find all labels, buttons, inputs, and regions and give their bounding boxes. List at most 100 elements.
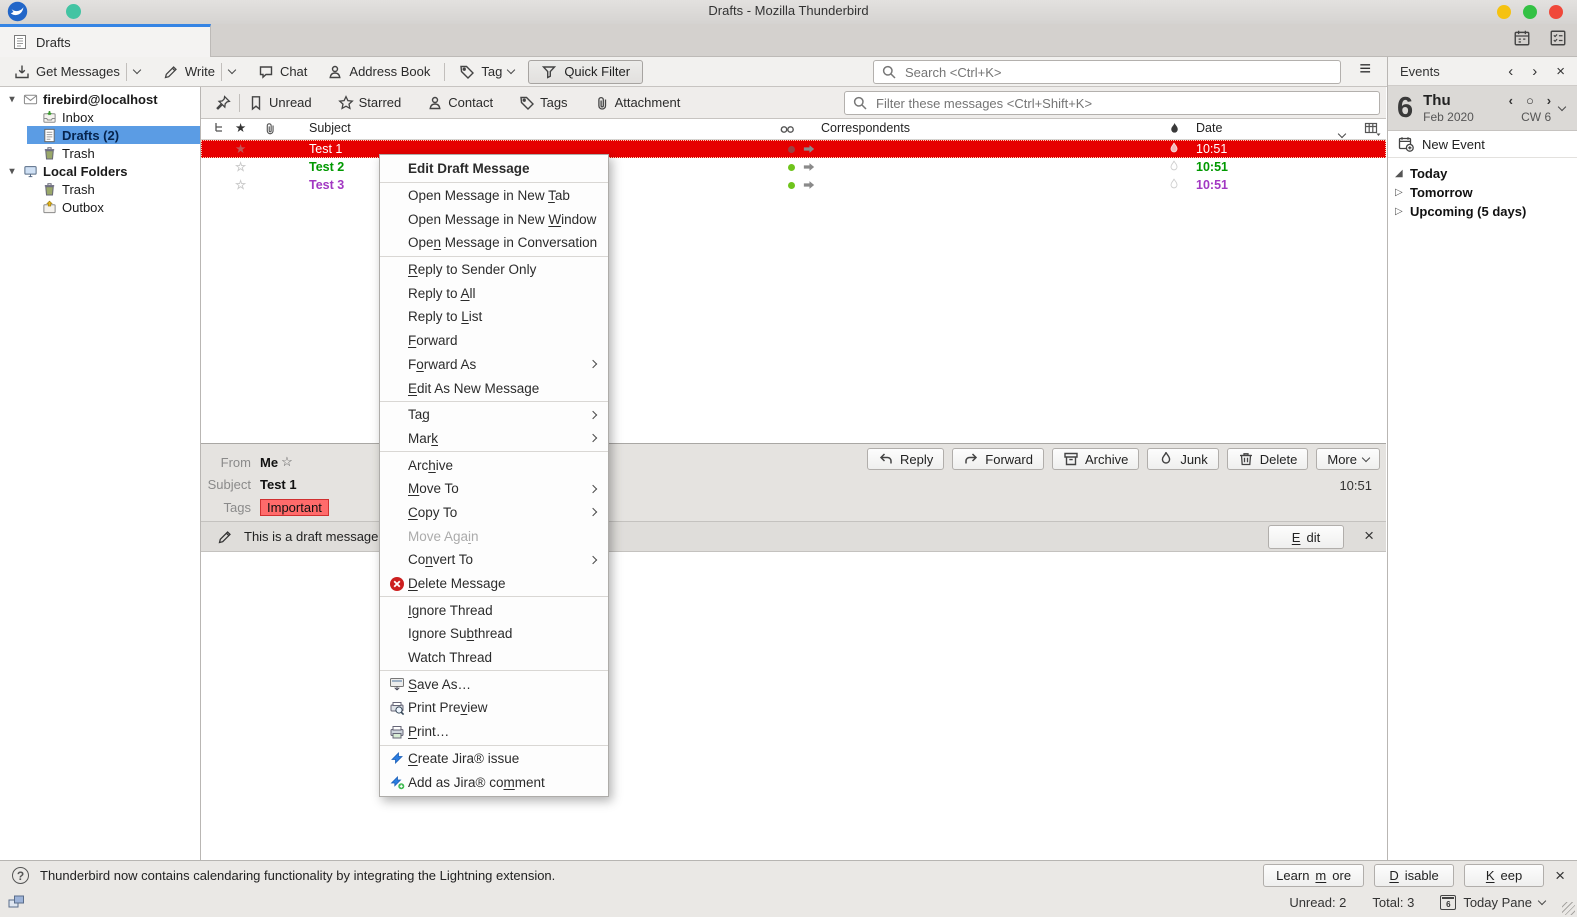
calendar-tab-icon[interactable]	[1513, 29, 1531, 47]
folder-drafts-selected[interactable]: Drafts (2)	[27, 126, 200, 144]
tab-drafts[interactable]: Drafts	[0, 24, 211, 57]
menu-item-delete-message[interactable]: Delete Message	[380, 572, 608, 596]
close-draft-bar-icon[interactable]: ×	[1364, 529, 1374, 543]
menu-item-open-message-in-conversation[interactable]: Open Message in Conversation	[380, 231, 608, 255]
maximize-button[interactable]	[1523, 5, 1537, 19]
forward-button[interactable]: Forward	[952, 448, 1044, 470]
search-input[interactable]	[903, 64, 1333, 81]
menu-item-reply-to-list[interactable]: Reply to List	[380, 305, 608, 329]
menu-item-forward[interactable]: Forward	[380, 329, 608, 353]
keep-button[interactable]: Keep	[1464, 864, 1544, 887]
subject-column-header[interactable]: Subject	[309, 121, 351, 135]
get-messages-button[interactable]: Get Messages	[8, 62, 126, 82]
menu-item-archive[interactable]: Archive	[380, 453, 608, 477]
address-book-button[interactable]: Address Book	[321, 62, 436, 82]
archive-button[interactable]: Archive	[1052, 448, 1139, 470]
today-pane-toggle[interactable]: 6 Today Pane	[1440, 895, 1545, 910]
filter-starred-button[interactable]: Starred	[338, 95, 402, 111]
learn-more-button[interactable]: Learn more	[1263, 864, 1364, 887]
chat-button[interactable]: Chat	[252, 62, 313, 82]
get-messages-dropdown[interactable]	[126, 63, 147, 81]
new-event-button[interactable]: New Event	[1388, 131, 1577, 158]
section-upcoming[interactable]: ▷ Upcoming (5 days)	[1388, 202, 1577, 221]
junk-flame-icon[interactable]	[1168, 177, 1180, 196]
filter-messages-box[interactable]	[844, 91, 1380, 115]
star-icon[interactable]: ★	[235, 141, 246, 157]
star-icon[interactable]: ☆	[235, 177, 246, 193]
junk-column-icon[interactable]	[1168, 121, 1181, 140]
menu-item-copy-to[interactable]: Copy To	[380, 501, 608, 525]
expand-minimonth-icon[interactable]	[1558, 102, 1566, 110]
resize-grip[interactable]	[1562, 902, 1575, 915]
filter-messages-input[interactable]	[874, 95, 1372, 112]
tag-button[interactable]: Tag	[453, 62, 520, 82]
section-tomorrow[interactable]: ▷ Tomorrow	[1388, 183, 1577, 202]
menu-item-mark[interactable]: Mark	[380, 427, 608, 451]
menu-item-reply-to-all[interactable]: Reply to All	[380, 281, 608, 305]
menu-item-forward-as[interactable]: Forward As	[380, 353, 608, 377]
local-folders-row[interactable]: ▾ Local Folders	[0, 162, 200, 180]
edit-draft-button[interactable]: Edit	[1268, 525, 1344, 549]
delete-button[interactable]: Delete	[1227, 448, 1309, 470]
tasks-tab-icon[interactable]	[1549, 29, 1567, 47]
menu-item-print[interactable]: Print…	[380, 720, 608, 744]
quick-filter-toggle-button[interactable]: Quick Filter	[528, 60, 643, 84]
folder-inbox[interactable]: Inbox	[0, 108, 200, 126]
menu-item-open-message-in-new-window[interactable]: Open Message in New Window	[380, 207, 608, 231]
write-dropdown[interactable]	[221, 63, 242, 81]
account-row[interactable]: ▾ firebird@localhost	[0, 90, 200, 108]
star-column-icon[interactable]: ★	[235, 120, 246, 135]
events-close-icon[interactable]: ×	[1556, 63, 1565, 80]
expander-icon[interactable]: ▾	[6, 166, 18, 177]
menu-item-edit-as-new-message[interactable]: Edit As New Message	[380, 376, 608, 400]
global-search[interactable]	[873, 60, 1341, 84]
events-next-icon[interactable]: ›	[1532, 63, 1537, 80]
pin-icon[interactable]	[215, 95, 231, 111]
date-column-header[interactable]: Date	[1196, 121, 1222, 135]
app-menu-button[interactable]: ≡	[1359, 58, 1371, 81]
menu-item-move-to[interactable]: Move To	[380, 477, 608, 501]
events-prev-icon[interactable]: ‹	[1508, 63, 1513, 80]
reply-button[interactable]: Reply	[867, 448, 944, 470]
prev-day-icon[interactable]: ‹	[1509, 93, 1513, 108]
correspondents-column-header[interactable]: Correspondents	[821, 121, 910, 135]
junk-button[interactable]: Junk	[1147, 448, 1218, 470]
filter-contact-button[interactable]: Contact	[427, 95, 493, 111]
section-today[interactable]: ◢ Today	[1388, 164, 1577, 183]
menu-item-add-as-jira-comment[interactable]: Add as Jira® comment	[380, 770, 608, 794]
expander-icon[interactable]: ▾	[6, 94, 18, 105]
filter-attachment-button[interactable]: Attachment	[594, 95, 681, 111]
disable-button[interactable]: Disable	[1374, 864, 1454, 887]
thread-column-icon[interactable]	[213, 121, 225, 139]
menu-item-edit-draft-message[interactable]: Edit Draft Message	[380, 157, 608, 181]
sort-chevron-icon[interactable]	[1339, 126, 1345, 140]
filter-tags-button[interactable]: Tags	[519, 95, 567, 111]
filter-unread-button[interactable]: Unread	[248, 95, 312, 111]
next-day-icon[interactable]: ›	[1547, 93, 1551, 108]
folder-outbox[interactable]: Outbox	[0, 198, 200, 216]
menu-item-open-message-in-new-tab[interactable]: Open Message in New Tab	[380, 184, 608, 208]
today-icon[interactable]: ○	[1526, 93, 1534, 108]
close-window-button[interactable]	[1549, 5, 1563, 19]
folder-trash[interactable]: Trash	[0, 144, 200, 162]
write-button[interactable]: Write	[157, 62, 221, 82]
menu-item-print-preview[interactable]: Print Preview	[380, 696, 608, 720]
column-picker-icon[interactable]	[1364, 122, 1381, 140]
attachment-column-icon[interactable]	[263, 121, 277, 139]
minimize-button[interactable]	[1497, 5, 1511, 19]
star-icon[interactable]: ☆	[235, 159, 246, 175]
menu-item-convert-to[interactable]: Convert To	[380, 548, 608, 572]
menu-item-tag[interactable]: Tag	[380, 403, 608, 427]
menu-item-ignore-subthread[interactable]: Ignore Subthread	[380, 622, 608, 646]
close-notification-icon[interactable]: ×	[1555, 869, 1565, 883]
offline-indicator-icon[interactable]	[8, 894, 25, 909]
star-message-icon[interactable]: ☆	[281, 454, 293, 470]
menu-item-ignore-thread[interactable]: Ignore Thread	[380, 598, 608, 622]
menu-item-save-as[interactable]: Save As…	[380, 672, 608, 696]
menu-item-watch-thread[interactable]: Watch Thread	[380, 646, 608, 670]
menu-item-create-jira-issue[interactable]: Create Jira® issue	[380, 747, 608, 771]
more-button[interactable]: More	[1316, 448, 1380, 470]
menu-item-reply-to-sender-only[interactable]: Reply to Sender Only	[380, 258, 608, 282]
folder-local-trash[interactable]: Trash	[0, 180, 200, 198]
correspondents-column-icon[interactable]	[779, 124, 796, 138]
